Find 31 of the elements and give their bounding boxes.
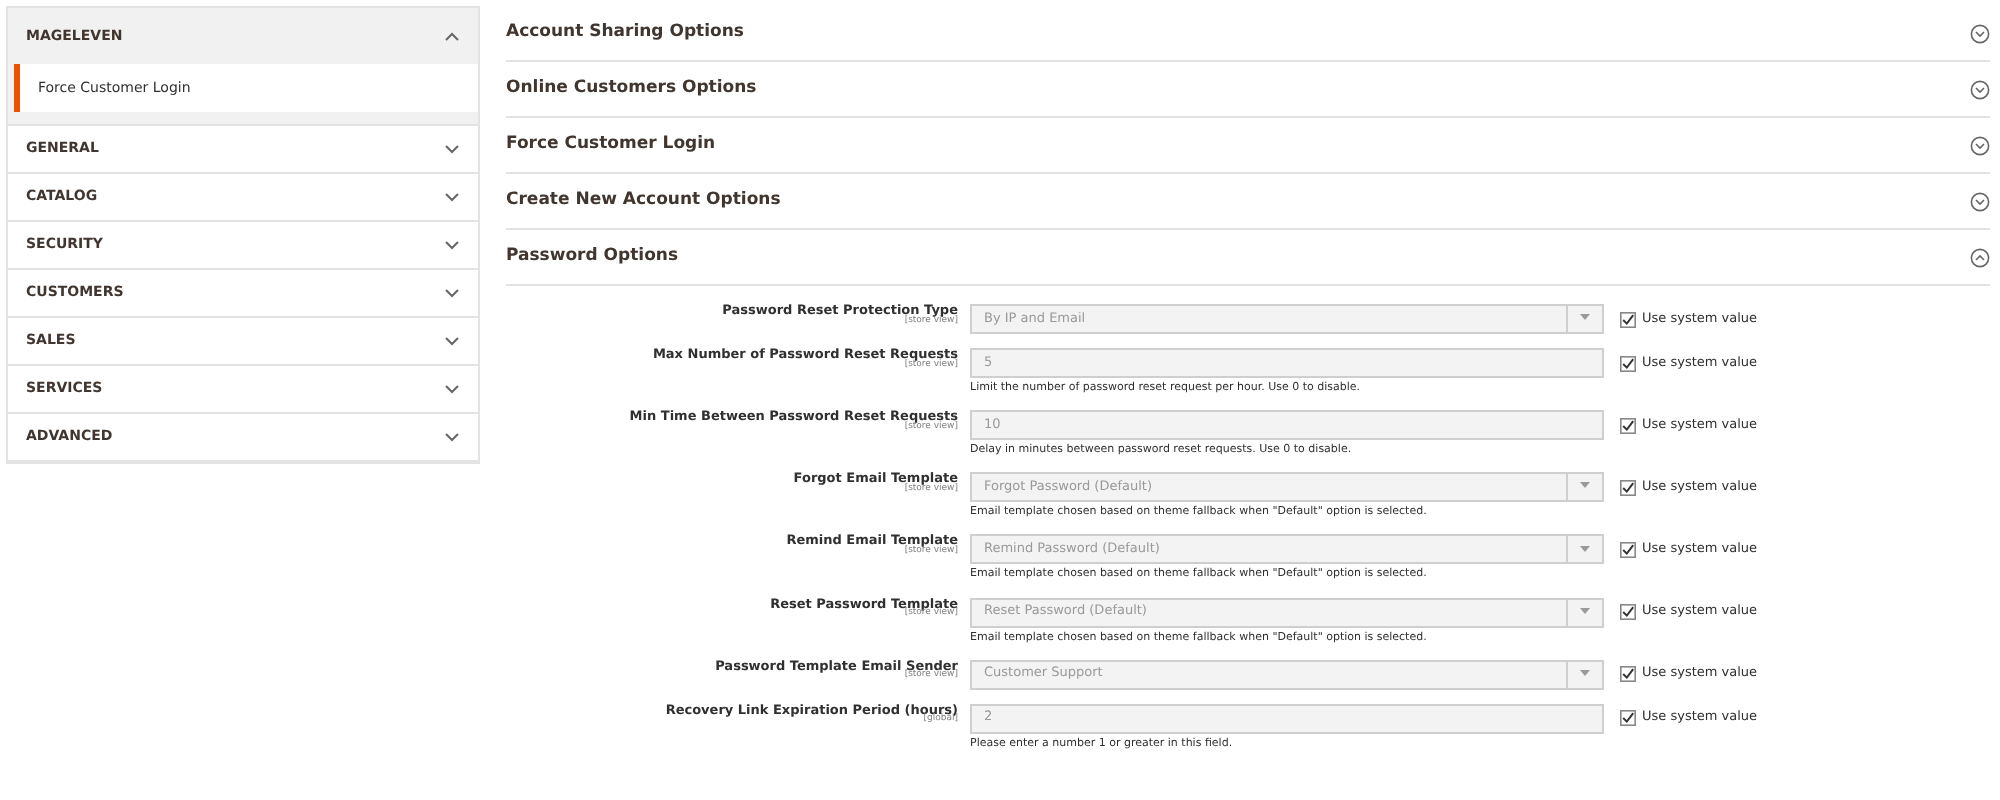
collapse-icon [1970,247,1990,267]
checkbox[interactable] [1620,417,1636,434]
checkbox[interactable] [1620,541,1636,558]
checkbox[interactable] [1620,710,1636,727]
expand-icon [444,143,460,155]
section-header[interactable]: Password Options [506,230,1990,286]
expand-icon [1970,191,1990,211]
checkbox[interactable] [1620,355,1636,371]
dropdown-icon [1580,669,1590,676]
checkbox[interactable] [1620,311,1636,327]
checkbox[interactable] [1620,604,1636,621]
dropdown-icon [1580,482,1590,489]
expand-icon [1970,135,1990,155]
section-header[interactable]: Online Customers Options [506,62,1990,118]
section-header[interactable]: Force Customer Login [506,118,1990,174]
expand-icon [444,431,460,443]
expand-icon [444,239,460,251]
expand-icon [444,335,460,347]
checkbox[interactable] [1620,666,1636,683]
section-header[interactable]: Account Sharing Options [506,6,1990,62]
section-header[interactable]: Create New Account Options [506,174,1990,230]
collapse-icon [444,30,460,42]
expand-icon [1970,23,1990,43]
dropdown-icon [1580,545,1590,552]
expand-icon [444,191,460,203]
expand-icon [444,287,460,299]
dropdown-icon [1580,314,1590,321]
checkbox[interactable] [1620,479,1636,496]
expand-icon [1970,79,1990,99]
dropdown-icon [1580,607,1590,614]
expand-icon [444,383,460,395]
